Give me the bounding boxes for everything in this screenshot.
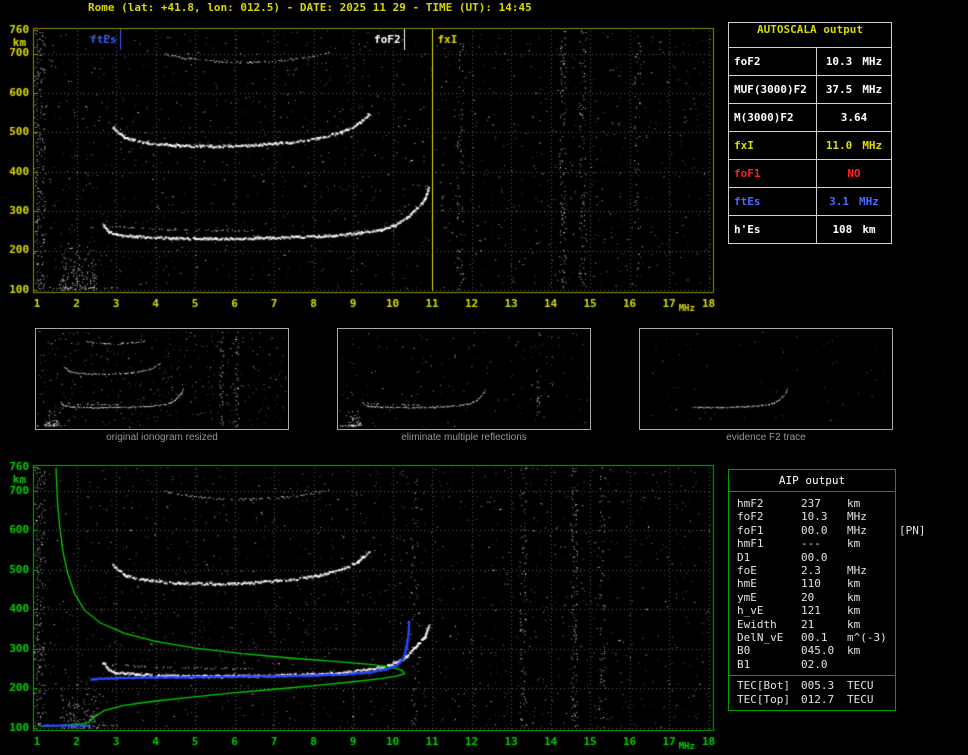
aip-tec-rows: TEC[Bot] 005.3 TECU TEC[Top] 012.7 TECU xyxy=(729,675,895,706)
autoscala-panel-title: AUTOSCALA output xyxy=(757,23,863,36)
autoscala-screen: Rome (lat: +41.8, lon: 012.5) - DATE: 20… xyxy=(0,0,968,755)
aip-row: foF2 10.3 MHz xyxy=(737,510,893,523)
thumbnail-eliminate-reflections xyxy=(337,328,591,430)
thumbnail-evidence-f2 xyxy=(639,328,893,430)
aip-row-unit: km xyxy=(847,497,861,510)
autoscala-row: h'Es 108 km xyxy=(729,215,891,243)
autoscala-row-value: 11.0 MHz xyxy=(825,139,883,152)
aip-row-unit xyxy=(847,551,899,564)
autoscala-row: foF2 10.3 MHz xyxy=(729,47,891,75)
aip-row-label: hmF2 xyxy=(737,497,764,510)
aip-row-value: 00.0 xyxy=(801,523,828,537)
aip-row-value: 00.1 xyxy=(801,631,828,645)
aip-row-label: TEC[Bot] xyxy=(737,679,790,693)
aip-row-value: 00.0 xyxy=(801,550,828,564)
autoscala-row-label: M(3000)F2 xyxy=(729,104,817,131)
aip-row-unit: TECU xyxy=(847,692,874,706)
autoscala-row: M(3000)F2 3.64 xyxy=(729,103,891,131)
aip-row: hmE 110 km xyxy=(737,577,893,590)
aip-row-label: B0 xyxy=(737,644,751,658)
aip-row-label: foF2 xyxy=(737,510,764,524)
aip-row: B1 02.0 xyxy=(737,658,893,671)
autoscala-row-label: h'Es xyxy=(729,216,817,243)
aip-row-label: foF1 xyxy=(737,523,764,537)
thumbnail-caption-eliminate: eliminate multiple reflections xyxy=(401,432,527,443)
autoscala-row-value: 108 km xyxy=(832,223,876,236)
aip-output-panel: AIP output hmF2 237 km foF2 10.3 MHz foF1 00.0 M… xyxy=(728,469,926,712)
aip-row-value: 121 xyxy=(801,604,821,618)
autoscala-row-value: 3.1 MHz xyxy=(829,195,879,208)
autoscala-row: ftEs 3.1 MHz xyxy=(729,187,891,215)
aip-row-value: 110 xyxy=(801,577,821,591)
aip-row-label: TEC[Top] xyxy=(737,692,790,706)
thumbnail-original-ionogram xyxy=(35,328,289,430)
thumbnail-caption-evidence: evidence F2 trace xyxy=(726,432,806,443)
autoscala-row-label: ftEs xyxy=(729,188,817,215)
autoscala-row-value: 10.3 MHz xyxy=(825,55,883,68)
aip-row-unit xyxy=(847,658,899,671)
autoscala-rows: foF2 10.3 MHz MUF(3000)F2 37.5 MHz M(3000)F2 3.… xyxy=(729,47,891,243)
top-ionogram xyxy=(0,14,726,312)
bottom-ionogram xyxy=(0,455,726,755)
aip-row-unit: MHz xyxy=(847,523,867,537)
aip-row-value: --- xyxy=(801,537,821,551)
aip-row-unit: km xyxy=(847,644,861,658)
aip-row: ymE 20 km xyxy=(737,591,893,604)
aip-row: h_vE 121 km xyxy=(737,604,893,617)
aip-row: D1 00.0 xyxy=(737,551,893,564)
aip-row-unit: m^(-3) xyxy=(847,631,887,645)
aip-row-label: B1 xyxy=(737,657,751,671)
autoscala-row-label: MUF(3000)F2 xyxy=(729,76,817,103)
aip-row-unit: MHz xyxy=(847,564,867,578)
aip-rows: hmF2 237 km foF2 10.3 MHz foF1 00.0 MHz [PN] hmF1 -… xyxy=(729,492,926,671)
aip-row-value: 21 xyxy=(801,617,815,631)
aip-row-value: 045.0 xyxy=(801,644,835,658)
aip-row-unit: km xyxy=(847,577,861,591)
aip-row-unit: km xyxy=(847,537,861,551)
autoscala-output-panel: AUTOSCALA output foF2 10.3 MHz MUF(3000)F2 3… xyxy=(728,22,892,244)
aip-row-label: D1 xyxy=(737,550,751,564)
aip-row: TEC[Bot] 005.3 TECU xyxy=(737,679,893,692)
aip-panel-title: AIP output xyxy=(729,470,895,492)
aip-row-value: 20 xyxy=(801,590,815,604)
autoscala-row: fxI 11.0 MHz xyxy=(729,131,891,159)
aip-row: hmF2 237 km xyxy=(737,497,893,510)
autoscala-row: foF1 NO xyxy=(729,159,891,187)
aip-row: TEC[Top] 012.7 TECU xyxy=(737,693,893,706)
autoscala-row-value: 37.5 MHz xyxy=(825,83,883,96)
aip-row-label: h_vE xyxy=(737,604,764,618)
aip-row: foE 2.3 MHz xyxy=(737,564,893,577)
autoscala-row: MUF(3000)F2 37.5 MHz xyxy=(729,75,891,103)
aip-row-label: ymE xyxy=(737,590,757,604)
aip-row-label: Ewidth xyxy=(737,617,777,631)
thumbnail-caption-original: original ionogram resized xyxy=(106,432,218,443)
autoscala-row-label: foF1 xyxy=(729,160,817,187)
aip-row: DelN_vE 00.1 m^(-3) xyxy=(737,631,893,644)
aip-row-unit: km xyxy=(847,590,861,604)
aip-row-label: foE xyxy=(737,564,757,578)
aip-row-unit: km xyxy=(847,617,861,631)
aip-row-value: 237 xyxy=(801,497,821,510)
aip-row-unit: km xyxy=(847,604,861,618)
aip-row-value: 02.0 xyxy=(801,657,828,671)
aip-row: Ewidth 21 km xyxy=(737,618,893,631)
autoscala-row-value: 3.64 xyxy=(840,111,868,124)
aip-row-label: hmE xyxy=(737,577,757,591)
page-title: Rome (lat: +41.8, lon: 012.5) - DATE: 20… xyxy=(88,1,532,14)
aip-row-unit: TECU xyxy=(847,679,874,693)
aip-row-value: 10.3 xyxy=(801,510,828,524)
aip-row-value: 2.3 xyxy=(801,564,821,578)
aip-row-value: 012.7 xyxy=(801,692,835,706)
aip-row: B0 045.0 km xyxy=(737,644,893,657)
aip-row-value: 005.3 xyxy=(801,679,835,693)
aip-row: hmF1 --- km xyxy=(737,537,893,550)
aip-row: foF1 00.0 MHz [PN] xyxy=(737,523,926,537)
autoscala-row-label: foF2 xyxy=(729,48,817,75)
aip-row-unit: MHz xyxy=(847,510,867,524)
autoscala-row-value: NO xyxy=(847,167,861,180)
aip-row-label: hmF1 xyxy=(737,537,764,551)
aip-row-label: DelN_vE xyxy=(737,631,784,645)
aip-row-extra: [PN] xyxy=(899,523,926,537)
autoscala-row-label: fxI xyxy=(729,132,817,159)
